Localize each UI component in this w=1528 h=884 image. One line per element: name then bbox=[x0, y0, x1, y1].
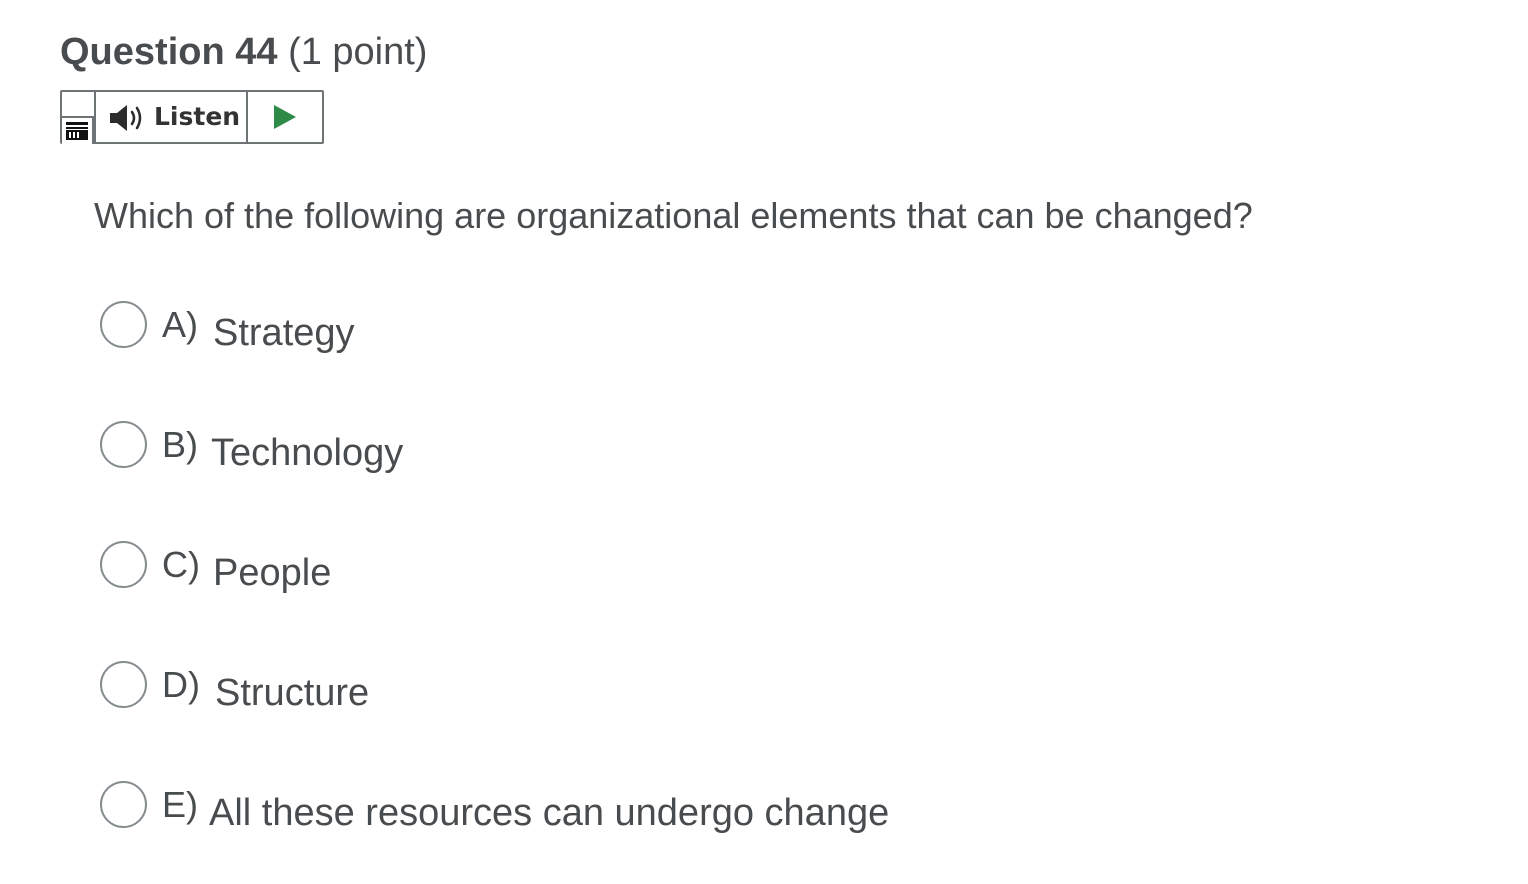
answer-option-e[interactable]: E) All these resources can undergo chang… bbox=[98, 781, 998, 841]
play-icon bbox=[274, 105, 296, 129]
radio-button-b[interactable] bbox=[100, 421, 147, 468]
speaker-icon bbox=[110, 105, 142, 131]
option-text: Technology bbox=[211, 432, 404, 474]
radio-button-c[interactable] bbox=[100, 541, 147, 588]
answer-option-c[interactable]: C) People bbox=[98, 541, 998, 601]
option-text: People bbox=[213, 552, 332, 594]
option-letter: C) bbox=[162, 544, 200, 585]
answer-option-d[interactable]: D) Structure bbox=[98, 661, 998, 721]
listen-label: Listen bbox=[154, 102, 241, 131]
option-letter: A) bbox=[162, 304, 198, 345]
option-text: Strategy bbox=[213, 312, 355, 354]
option-letter: D) bbox=[162, 664, 200, 705]
answer-option-b[interactable]: B) Technology bbox=[98, 421, 998, 481]
play-button[interactable] bbox=[250, 92, 322, 142]
question-title: Question 44 bbox=[60, 31, 278, 73]
question-points: (1 point) bbox=[288, 31, 428, 73]
menu-icon[interactable] bbox=[62, 116, 94, 144]
question-header: Question 44 (1 point) bbox=[60, 28, 427, 76]
option-letter: E) bbox=[162, 784, 198, 825]
option-text: All these resources can undergo change bbox=[209, 792, 890, 834]
radio-button-e[interactable] bbox=[100, 781, 147, 828]
radio-button-d[interactable] bbox=[100, 661, 147, 708]
answer-option-a[interactable]: A) Strategy bbox=[98, 301, 998, 361]
question-text: Which of the following are organizationa… bbox=[94, 195, 1253, 236]
option-text: Structure bbox=[215, 672, 370, 714]
listen-button[interactable]: Listen bbox=[94, 92, 248, 142]
read-aloud-widget: Listen bbox=[60, 90, 324, 144]
radio-button-a[interactable] bbox=[100, 301, 147, 348]
option-letter: B) bbox=[162, 424, 198, 465]
